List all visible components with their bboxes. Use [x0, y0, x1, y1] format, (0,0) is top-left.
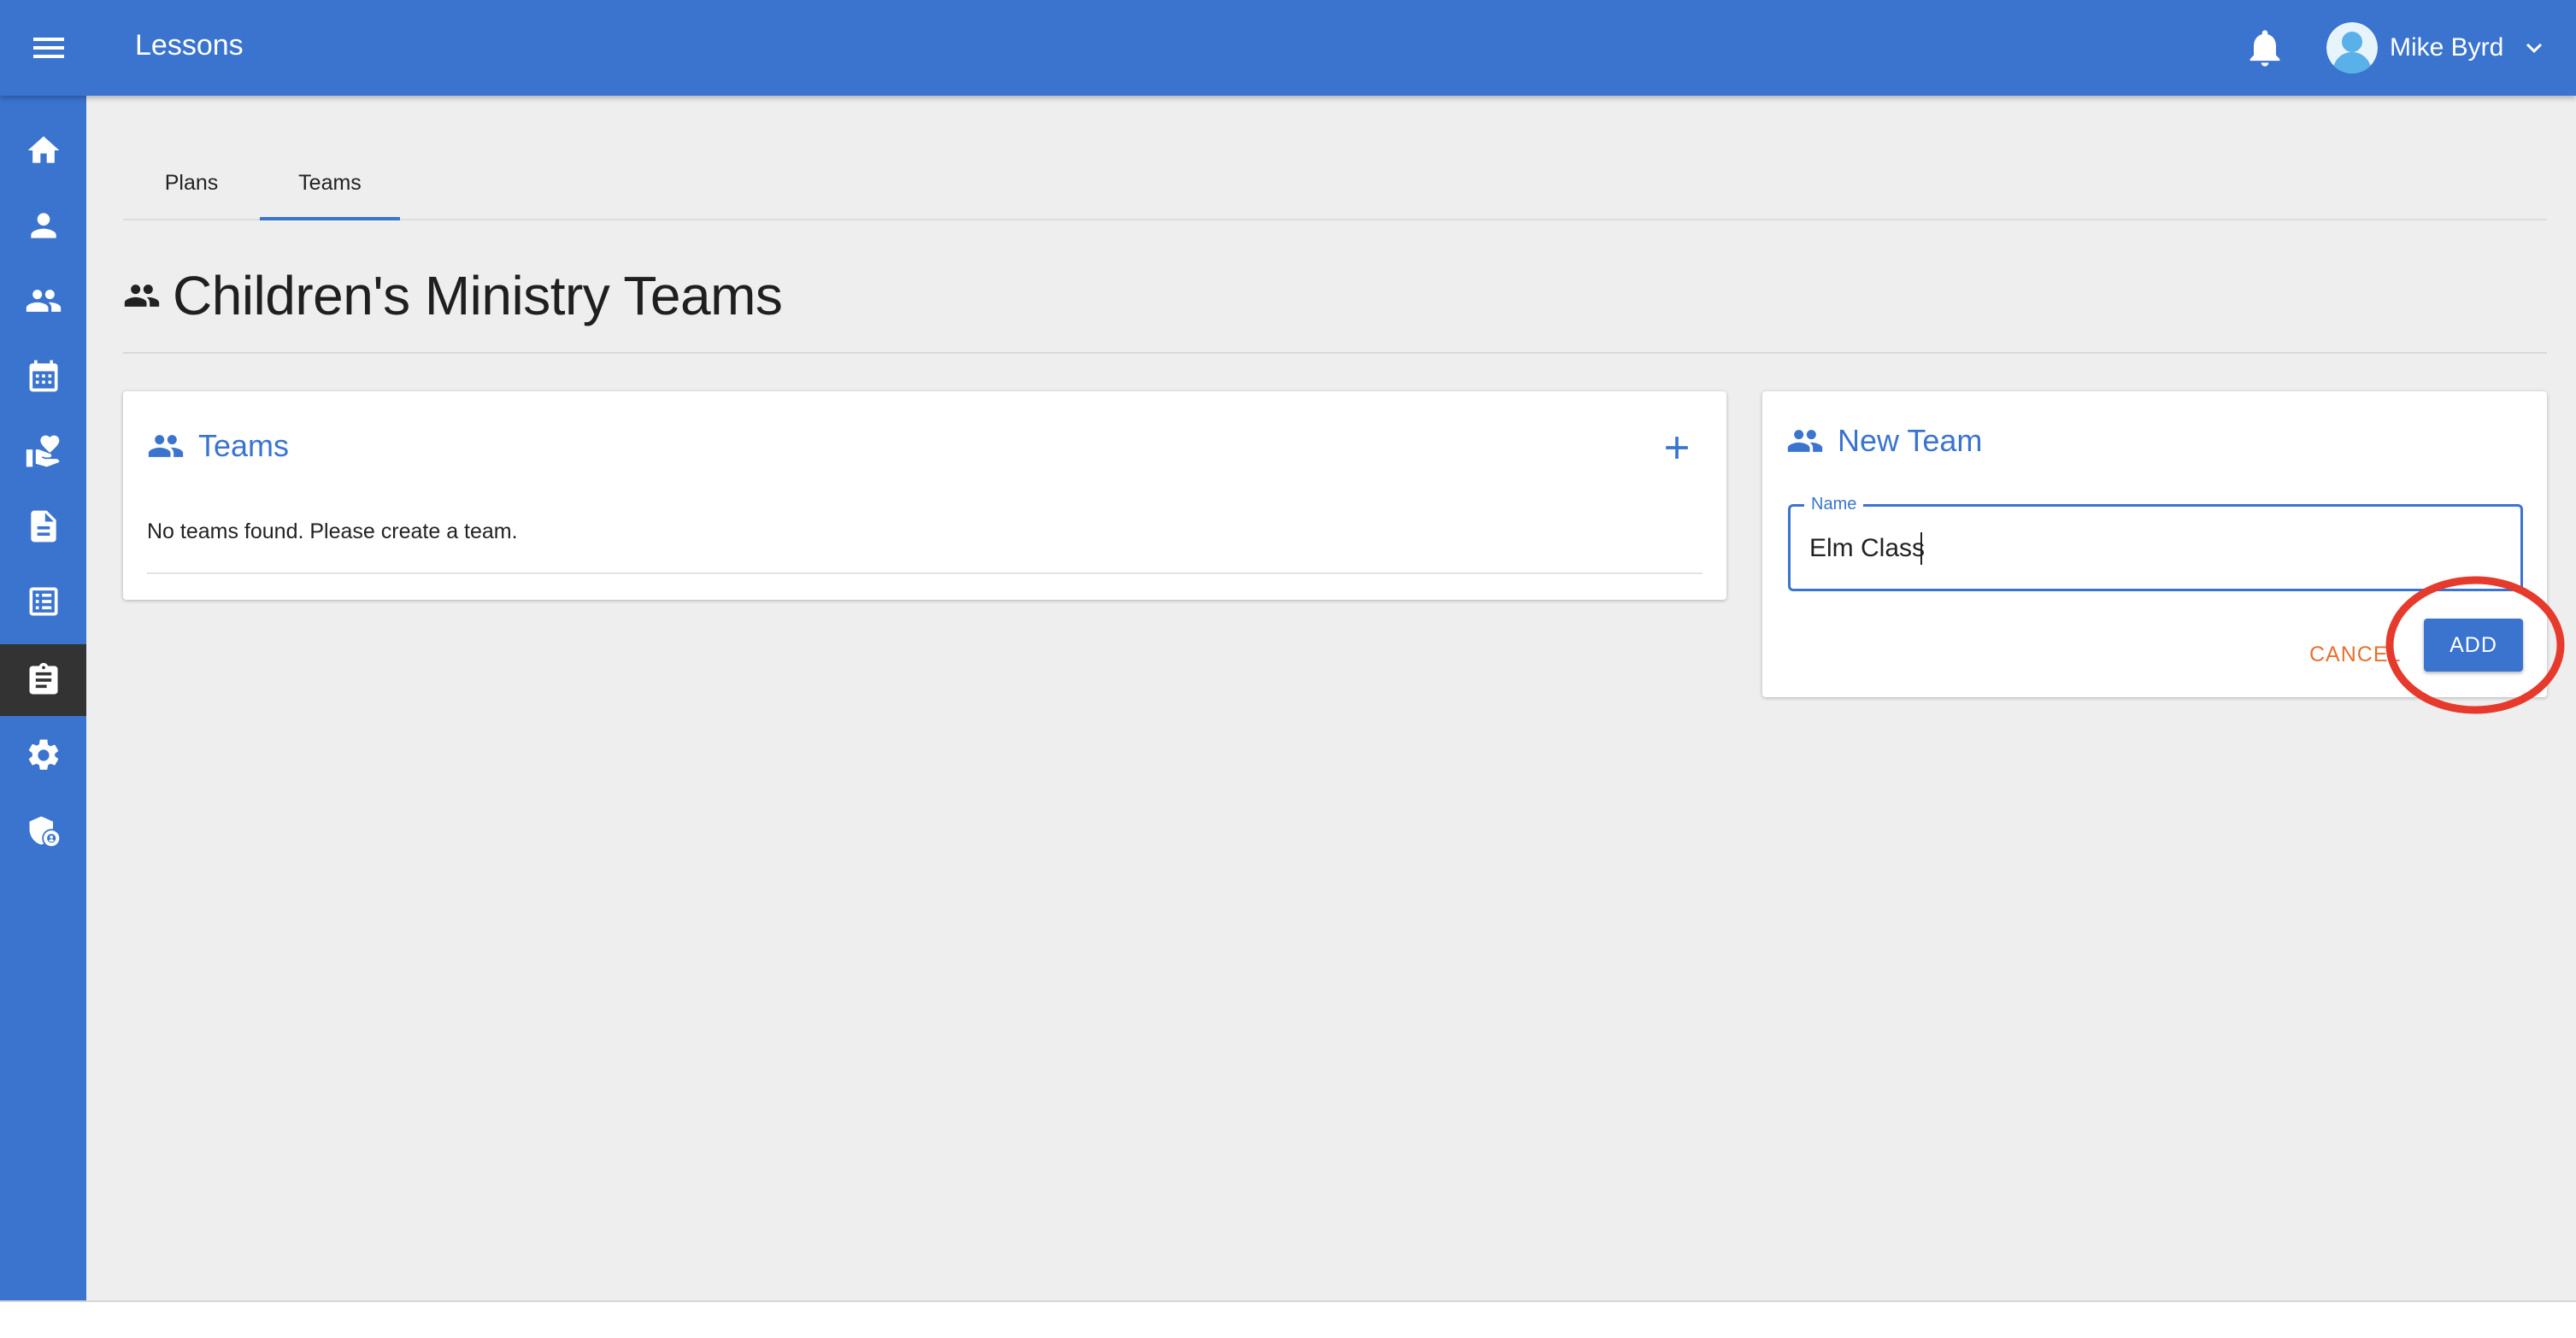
sidebar-item-person[interactable]	[0, 190, 86, 261]
notifications-button[interactable]	[2243, 26, 2287, 70]
bottom-bar	[0, 1300, 2576, 1338]
new-team-card-title: New Team	[1838, 423, 1983, 458]
add-team-button[interactable]	[1658, 429, 1696, 467]
people-icon	[124, 285, 160, 307]
calendar-icon	[29, 360, 57, 392]
team-name-label: Name	[1804, 495, 1864, 514]
chevron-down-icon	[2519, 32, 2550, 63]
tab-bar: Plans Teams	[123, 147, 2547, 220]
gear-icon	[28, 739, 58, 770]
page-title: Children's Ministry Teams	[123, 261, 783, 330]
page-title-text: Children's Ministry Teams	[173, 265, 783, 326]
avatar-icon	[2326, 22, 2378, 73]
cancel-button[interactable]: CANCEL	[2309, 629, 2403, 680]
people-icon	[26, 290, 61, 312]
people-icon	[1787, 430, 1823, 452]
user-menu[interactable]: Mike Byrd	[2326, 19, 2550, 77]
card-divider	[147, 572, 1703, 574]
sidebar-item-home[interactable]	[0, 114, 86, 186]
app-root: Lessons Mike Byrd Plans Teams Children's…	[0, 0, 2576, 1338]
sidebar-item-donations[interactable]	[0, 415, 86, 487]
list-icon	[29, 587, 57, 616]
sidebar-item-lessons[interactable]	[0, 644, 86, 716]
sidebar-item-documents[interactable]	[0, 490, 86, 562]
document-icon	[30, 510, 56, 543]
text-caret	[1920, 532, 1922, 565]
tab-plans[interactable]: Plans	[123, 147, 260, 219]
donation-hand-icon	[26, 435, 59, 467]
app-bar: Lessons Mike Byrd	[0, 0, 2576, 96]
user-name: Mike Byrd	[2390, 33, 2504, 62]
sidebar-item-settings[interactable]	[0, 719, 86, 791]
teams-card: Teams No teams found. Please create a te…	[123, 391, 1726, 600]
shield-admin-icon	[29, 816, 59, 847]
avatar	[2326, 22, 2378, 73]
sidebar-item-admin[interactable]	[0, 795, 86, 866]
sidebar	[0, 96, 86, 1300]
app-title: Lessons	[135, 29, 244, 62]
empty-teams-message: No teams found. Please create a team.	[147, 519, 518, 543]
tab-teams[interactable]: Teams	[260, 147, 400, 220]
menu-icon	[33, 38, 64, 58]
sidebar-item-lists[interactable]	[0, 566, 86, 637]
add-button[interactable]: ADD	[2424, 619, 2523, 672]
clipboard-icon	[29, 662, 57, 695]
new-team-card-header: New Team	[1786, 422, 1982, 460]
new-team-card: New Team Name CANCEL ADD	[1762, 391, 2547, 697]
team-name-input[interactable]	[1809, 529, 2493, 568]
bell-icon	[2250, 30, 2280, 67]
title-divider	[123, 352, 2547, 354]
teams-card-title: Teams	[198, 428, 290, 463]
teams-card-header: Teams	[147, 427, 289, 465]
plus-icon	[1666, 437, 1688, 459]
menu-button[interactable]	[26, 27, 72, 68]
sidebar-item-calendar[interactable]	[0, 340, 86, 412]
person-icon	[30, 213, 56, 238]
home-icon	[27, 136, 59, 163]
sidebar-item-people[interactable]	[0, 265, 86, 337]
team-name-field: Name	[1788, 495, 2523, 591]
people-icon	[148, 435, 184, 457]
